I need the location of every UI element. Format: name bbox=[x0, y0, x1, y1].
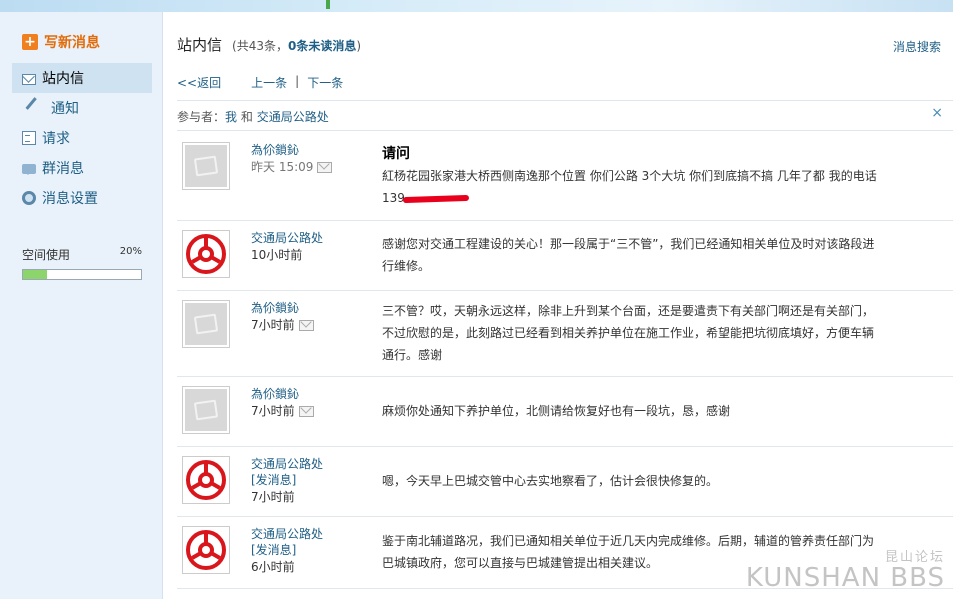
sender-name[interactable]: 為伱鎖鈊 bbox=[251, 386, 371, 402]
message-text: 感谢您对交通工程建设的关心！那一段属于“三不管”，我们已经通知相关单位及时对该路… bbox=[382, 237, 875, 273]
sidebar-item-label: 站内信 bbox=[42, 71, 84, 87]
space-usage-fill bbox=[23, 270, 47, 279]
send-message-link[interactable]: [发消息] bbox=[251, 542, 371, 558]
pager-separator: | bbox=[295, 74, 300, 88]
envelope-icon[interactable] bbox=[317, 161, 333, 173]
avatar[interactable] bbox=[182, 142, 230, 190]
message-body: 感谢您对交通工程建设的关心！那一段属于“三不管”，我们已经通知相关单位及时对该路… bbox=[382, 233, 882, 277]
sidebar-item-requests[interactable]: 请求 bbox=[12, 123, 152, 153]
message-row: 為伱鎖鈊 7小时前 麻烦你处通知下养护单位，北侧请给恢复好也有一段坑，恳，感谢 bbox=[177, 376, 953, 447]
message-body: 嗯，今天早上巴城交管中心去实地察看了，估计会很快修复的。 bbox=[382, 470, 882, 492]
message-meta: 交通局公路处 [发消息] 6小时前 bbox=[251, 526, 371, 576]
avatar[interactable] bbox=[182, 386, 230, 434]
message-time: 7小时前 bbox=[251, 490, 295, 504]
banner-decoration bbox=[326, 0, 330, 9]
sidebar-item-label: 群消息 bbox=[42, 161, 84, 177]
sidebar-item-notices[interactable]: 通知 bbox=[12, 93, 152, 123]
chat-icon bbox=[22, 164, 36, 175]
message-meta: 為伱鎖鈊 7小时前 bbox=[251, 386, 371, 420]
sidebar-nav: 站内信 通知 请求 群消息 消息设置 bbox=[12, 63, 152, 213]
message-time: 10小时前 bbox=[251, 248, 303, 262]
page-header: 站内信 (共43条，0条未读消息) bbox=[177, 34, 361, 55]
divider bbox=[177, 130, 953, 131]
compose-button[interactable]: + 写新消息 bbox=[22, 32, 100, 52]
envelope-icon[interactable] bbox=[298, 405, 314, 417]
sidebar-item-settings[interactable]: 消息设置 bbox=[12, 183, 152, 213]
message-body: 三不管？哎，天朝永远这样，除非上升到某个台面，还是要遣责下有关部门啊还是有关部门… bbox=[382, 300, 882, 366]
main-panel: 站内信 (共43条，0条未读消息) 消息搜索 <<返回 上一条 | 下一条 参与… bbox=[163, 12, 953, 599]
envelope-icon[interactable] bbox=[298, 319, 314, 331]
sidebar-item-inbox[interactable]: 站内信 bbox=[12, 63, 152, 93]
avatar-placeholder-icon bbox=[185, 303, 227, 345]
divider bbox=[177, 100, 953, 101]
bureau-logo-icon bbox=[186, 234, 226, 274]
message-text: 嗯，今天早上巴城交管中心去实地察看了，估计会很快修复的。 bbox=[382, 474, 719, 488]
message-meta: 交通局公路处 [发消息] 7小时前 bbox=[251, 456, 371, 506]
message-row: 交通局公路处 [发消息] 7小时前 嗯，今天早上巴城交管中心去实地察看了，估计会很快修… bbox=[177, 446, 953, 517]
avatar[interactable] bbox=[182, 526, 230, 574]
avatar-placeholder-icon bbox=[185, 145, 227, 187]
message-time: 6小时前 bbox=[251, 560, 295, 574]
space-usage: 空间使用 20% bbox=[22, 246, 142, 280]
sender-name[interactable]: 交通局公路处 bbox=[251, 230, 371, 246]
unread-count: 0条未读消息 bbox=[287, 39, 357, 53]
watermark: 昆山论坛 KUNSHAN BBS bbox=[745, 550, 945, 593]
avatar[interactable] bbox=[182, 300, 230, 348]
pager: <<返回 上一条 | 下一条 bbox=[177, 74, 343, 91]
mail-icon bbox=[22, 73, 36, 85]
message-row: 為伱鎖鈊 昨天 15:09 请问 紅杨花园张家港大桥西侧南逸那个位置 你们公路 3个大… bbox=[177, 132, 953, 221]
message-row: 交通局公路处 10小时前 感谢您对交通工程建设的关心！那一段属于“三不管”，我们已经… bbox=[177, 220, 953, 291]
close-icon[interactable]: × bbox=[931, 105, 943, 121]
message-meta: 為伱鎖鈊 昨天 15:09 bbox=[251, 142, 371, 176]
sidebar: + 写新消息 站内信 通知 请求 群消息 消息设置 空间使用 20% bbox=[0, 12, 163, 599]
document-icon bbox=[22, 131, 36, 145]
message-count: (共43条，0条未读消息) bbox=[232, 39, 362, 53]
page-title: 站内信 bbox=[177, 36, 223, 54]
participant-other[interactable]: 交通局公路处 bbox=[257, 110, 329, 124]
prev-link[interactable]: 上一条 bbox=[251, 74, 287, 91]
settings-icon bbox=[22, 191, 36, 205]
sidebar-item-label: 通知 bbox=[51, 101, 79, 117]
sender-name[interactable]: 為伱鎖鈊 bbox=[251, 142, 371, 158]
bureau-logo-icon bbox=[186, 460, 226, 500]
message-body: 请问 紅杨花园张家港大桥西侧南逸那个位置 你们公路 3个大坑 你们到底搞不搞 几年… bbox=[382, 143, 882, 209]
next-link[interactable]: 下一条 bbox=[307, 74, 343, 91]
space-usage-bar bbox=[22, 269, 142, 280]
compose-label: 写新消息 bbox=[44, 35, 100, 51]
message-body: 麻烦你处通知下养护单位，北侧请给恢复好也有一段坑，恳，感谢 bbox=[382, 400, 882, 422]
space-usage-percent: 20% bbox=[119, 246, 142, 257]
message-text: 麻烦你处通知下养护单位，北侧请给恢复好也有一段坑，恳，感谢 bbox=[382, 404, 731, 418]
sender-name[interactable]: 交通局公路处 bbox=[251, 456, 371, 472]
sidebar-item-label: 消息设置 bbox=[42, 191, 98, 207]
message-search-link[interactable]: 消息搜索 bbox=[893, 38, 941, 55]
sidebar-item-label: 请求 bbox=[42, 131, 70, 147]
message-row: 為伱鎖鈊 7小时前 三不管？哎，天朝永远这样，除非上升到某个台面，还是要遣责下有关部… bbox=[177, 290, 953, 377]
bureau-logo-icon bbox=[186, 530, 226, 570]
back-link[interactable]: <<返回 bbox=[177, 74, 221, 91]
message-time: 7小时前 bbox=[251, 316, 371, 334]
pencil-icon bbox=[25, 97, 48, 119]
message-text: 三不管？哎，天朝永远这样，除非上升到某个台面，还是要遣责下有关部门啊还是有关部门… bbox=[382, 304, 875, 362]
avatar[interactable] bbox=[182, 230, 230, 278]
message-meta: 交通局公路处 10小时前 bbox=[251, 230, 371, 264]
sidebar-item-group-messages[interactable]: 群消息 bbox=[12, 153, 152, 183]
plus-icon: + bbox=[22, 34, 38, 50]
message-time: 7小时前 bbox=[251, 402, 371, 420]
redaction-mark bbox=[402, 194, 469, 203]
message-time: 昨天 15:09 bbox=[251, 158, 371, 176]
space-usage-label: 空间使用 bbox=[22, 248, 71, 262]
avatar[interactable] bbox=[182, 456, 230, 504]
sender-name[interactable]: 為伱鎖鈊 bbox=[251, 300, 371, 316]
participants: 参与者：我 和 交通局公路处 bbox=[177, 110, 329, 124]
participant-me[interactable]: 我 bbox=[225, 110, 237, 124]
send-message-link[interactable]: [发消息] bbox=[251, 472, 371, 488]
avatar-placeholder-icon bbox=[185, 389, 227, 431]
sender-name[interactable]: 交通局公路处 bbox=[251, 526, 371, 542]
message-subject: 请问 bbox=[382, 146, 410, 162]
message-meta: 為伱鎖鈊 7小时前 bbox=[251, 300, 371, 334]
top-banner-strip bbox=[0, 0, 953, 12]
